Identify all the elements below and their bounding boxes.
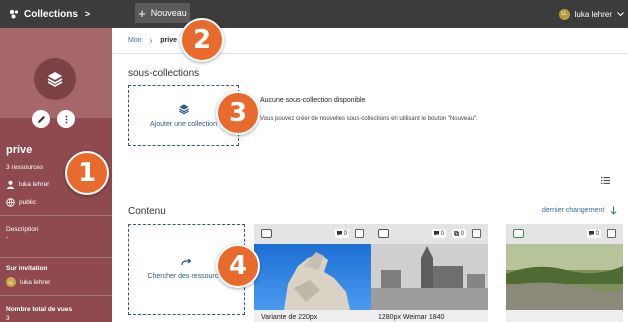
invitation-user-name: luka lehrer — [20, 278, 51, 286]
chevron-down-icon — [617, 11, 624, 16]
refresh-icon — [181, 259, 192, 266]
visibility-label: public — [19, 199, 36, 206]
add-collection-label: Ajouter une collection — [150, 121, 217, 128]
card-checkbox[interactable] — [355, 229, 364, 238]
empty-subcollections-desc: Vous pouvez créer de nouvelles sous-coll… — [260, 116, 478, 122]
new-button[interactable]: + Nouveau — [135, 3, 190, 23]
divider — [0, 215, 112, 216]
image-type-icon — [378, 229, 389, 238]
image-type-icon — [513, 229, 524, 238]
plus-icon: + — [138, 5, 146, 21]
annotation-marker-4: 4 — [216, 244, 260, 288]
river-landscape-image — [506, 244, 623, 310]
arrow-down-icon — [610, 206, 617, 215]
more-options-button[interactable] — [57, 110, 75, 128]
image-type-icon — [261, 229, 272, 238]
comment-count-value: 0 — [595, 230, 599, 237]
weimar-engraving-image — [371, 244, 488, 310]
statue-image — [254, 244, 371, 310]
layers-icon — [178, 104, 189, 115]
collection-thumbnail — [34, 58, 76, 100]
edit-button[interactable] — [32, 110, 50, 128]
views-label: Nombre total de vues — [6, 306, 73, 313]
layers-icon — [47, 72, 63, 87]
card-checkbox[interactable] — [607, 229, 616, 238]
owner-row: luka lehrer — [6, 180, 49, 189]
sort-label: dernier changement — [542, 207, 605, 214]
breadcrumb-current: prive — [160, 37, 178, 44]
views-value: 3 — [6, 315, 10, 322]
resource-card[interactable]: 0 Variante de 220px — [254, 224, 371, 322]
resource-count: 3 ressources — [6, 164, 44, 171]
description-label: Description — [6, 226, 39, 233]
search-resources-label: Chercher des ressources — [147, 273, 226, 280]
annotation-marker-3: 3 — [216, 91, 260, 135]
collections-label: Collections — [24, 8, 78, 20]
resource-card[interactable]: 0 0 1280px Weimar 1840 — [371, 224, 488, 322]
card-caption: 1280px Weimar 1840 — [378, 314, 445, 321]
annotation-marker-1: 1 — [65, 151, 109, 195]
divider — [0, 295, 112, 296]
user-menu[interactable]: LL luka lehrer — [558, 0, 624, 28]
globe-icon — [6, 198, 15, 207]
layers-icon — [453, 231, 459, 236]
top-bar: Collections > + Nouveau LL luka lehrer — [0, 0, 628, 28]
collection-title: prive — [6, 144, 33, 156]
layer-count-value: 0 — [460, 230, 464, 237]
collections-logo-icon — [9, 9, 19, 19]
user-name: luka lehrer — [574, 9, 612, 19]
card-checkbox[interactable] — [472, 229, 481, 238]
invitation-user: LL luka lehrer — [6, 277, 50, 287]
comment-count-value: 0 — [440, 230, 444, 237]
comment-count: 0 — [586, 229, 601, 238]
card-caption: Variante de 220px — [261, 314, 318, 321]
invitation-label: Sur invitation — [6, 265, 48, 272]
chevron-right-icon: › — [149, 36, 153, 45]
chevron-right-icon: > — [84, 9, 91, 19]
annotation-marker-2: 2 — [180, 18, 224, 62]
user-avatar: LL — [558, 8, 570, 20]
comment-count: 0 — [334, 229, 349, 238]
sort-control[interactable]: dernier changement — [542, 206, 617, 215]
layer-count: 0 — [451, 229, 466, 238]
subcollections-title: sous-collections — [128, 68, 200, 79]
pencil-icon — [37, 115, 45, 123]
visibility-row: public — [6, 198, 36, 207]
owner-name: luka lehrer — [19, 181, 50, 188]
resource-card[interactable]: 0 — [506, 224, 623, 322]
comment-icon — [588, 231, 594, 236]
description-value: - — [6, 234, 9, 241]
avatar: LL — [6, 277, 16, 287]
divider — [0, 257, 112, 258]
more-vertical-icon — [65, 115, 67, 123]
user-icon — [6, 180, 15, 189]
comment-count-value: 0 — [343, 230, 347, 237]
comment-count: 0 — [431, 229, 446, 238]
comment-icon — [433, 231, 439, 236]
collections-menu[interactable]: Collections > — [9, 0, 90, 28]
list-view-icon[interactable] — [601, 177, 610, 184]
breadcrumb-root-link[interactable]: Mon — [128, 37, 142, 44]
content-title: Contenu — [128, 206, 166, 217]
new-button-label: Nouveau — [150, 8, 187, 18]
comment-icon — [336, 231, 342, 236]
empty-subcollections-title: Aucune sous-collection disponible — [260, 97, 366, 104]
